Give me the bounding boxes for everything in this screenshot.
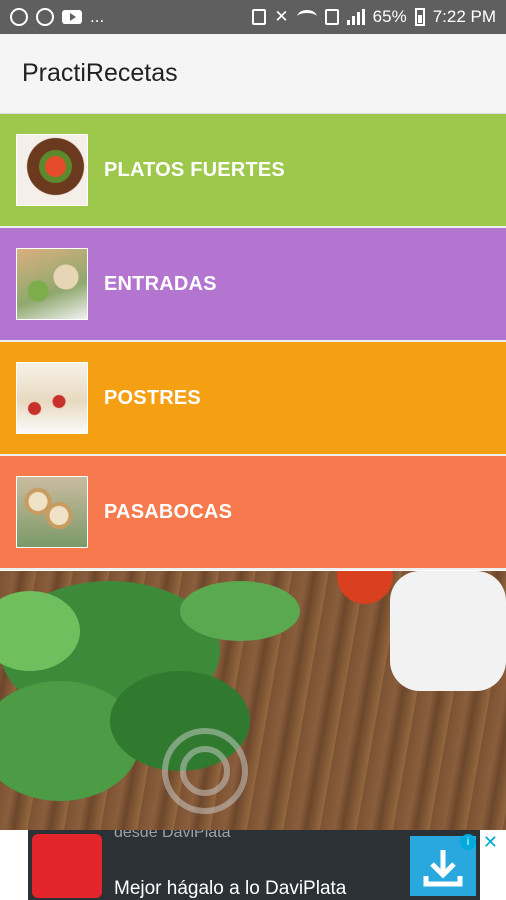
- category-label: PLATOS FUERTES: [104, 158, 285, 181]
- lock-icon: [252, 9, 267, 25]
- system-icons: ✕ 65% 7:22 PM: [252, 7, 496, 27]
- ad-banner[interactable]: desde DaviPlata Mejor hágalo a lo DaviPl…: [0, 830, 506, 900]
- rolls-snack-image: [16, 476, 88, 548]
- clock: 7:22 PM: [432, 7, 496, 26]
- signal-icon: [346, 9, 365, 25]
- category-entradas[interactable]: ENTRADAS: [0, 228, 506, 342]
- wifi-icon: [296, 10, 317, 24]
- category-platos-fuertes[interactable]: PLATOS FUERTES: [0, 114, 506, 228]
- ad-text: Mejor hágalo a lo DaviPlata: [114, 878, 347, 899]
- status-bar: ... ✕ 65% 7:22 PM: [0, 0, 506, 34]
- ad-info-icon[interactable]: i: [460, 834, 476, 850]
- app-bar: PractiRecetas: [0, 34, 506, 114]
- battery-percent: 65%: [372, 7, 407, 26]
- app-title: PractiRecetas: [22, 59, 178, 87]
- whatsapp-icon: [10, 8, 28, 26]
- ad-title: desde DaviPlata: [114, 830, 231, 841]
- mute-icon: ✕: [274, 7, 289, 26]
- battery-icon: [414, 8, 425, 26]
- category-label: ENTRADAS: [104, 272, 217, 295]
- ad-close-icon[interactable]: ✕: [483, 832, 498, 853]
- appetizer-platter-image: [16, 248, 88, 320]
- sim-icon: [324, 9, 339, 25]
- category-pasabocas[interactable]: PASABOCAS: [0, 456, 506, 570]
- category-label: PASABOCAS: [104, 500, 233, 523]
- category-menu: PLATOS FUERTES ENTRADAS POSTRES PASABOCA…: [0, 114, 506, 570]
- more-notifications: ...: [90, 7, 105, 26]
- background-photo: [0, 571, 506, 830]
- whatsapp-icon: [36, 8, 54, 26]
- youtube-icon: [62, 10, 82, 24]
- daviplata-logo-icon: [32, 834, 102, 898]
- notification-icons: ...: [10, 7, 104, 27]
- steak-dish-image: [16, 134, 88, 206]
- salad-leaves-illustration: [0, 571, 506, 814]
- ad-content[interactable]: desde DaviPlata Mejor hágalo a lo DaviPl…: [28, 830, 480, 900]
- category-label: POSTRES: [104, 386, 201, 409]
- category-postres[interactable]: POSTRES: [0, 342, 506, 456]
- dessert-cups-image: [16, 362, 88, 434]
